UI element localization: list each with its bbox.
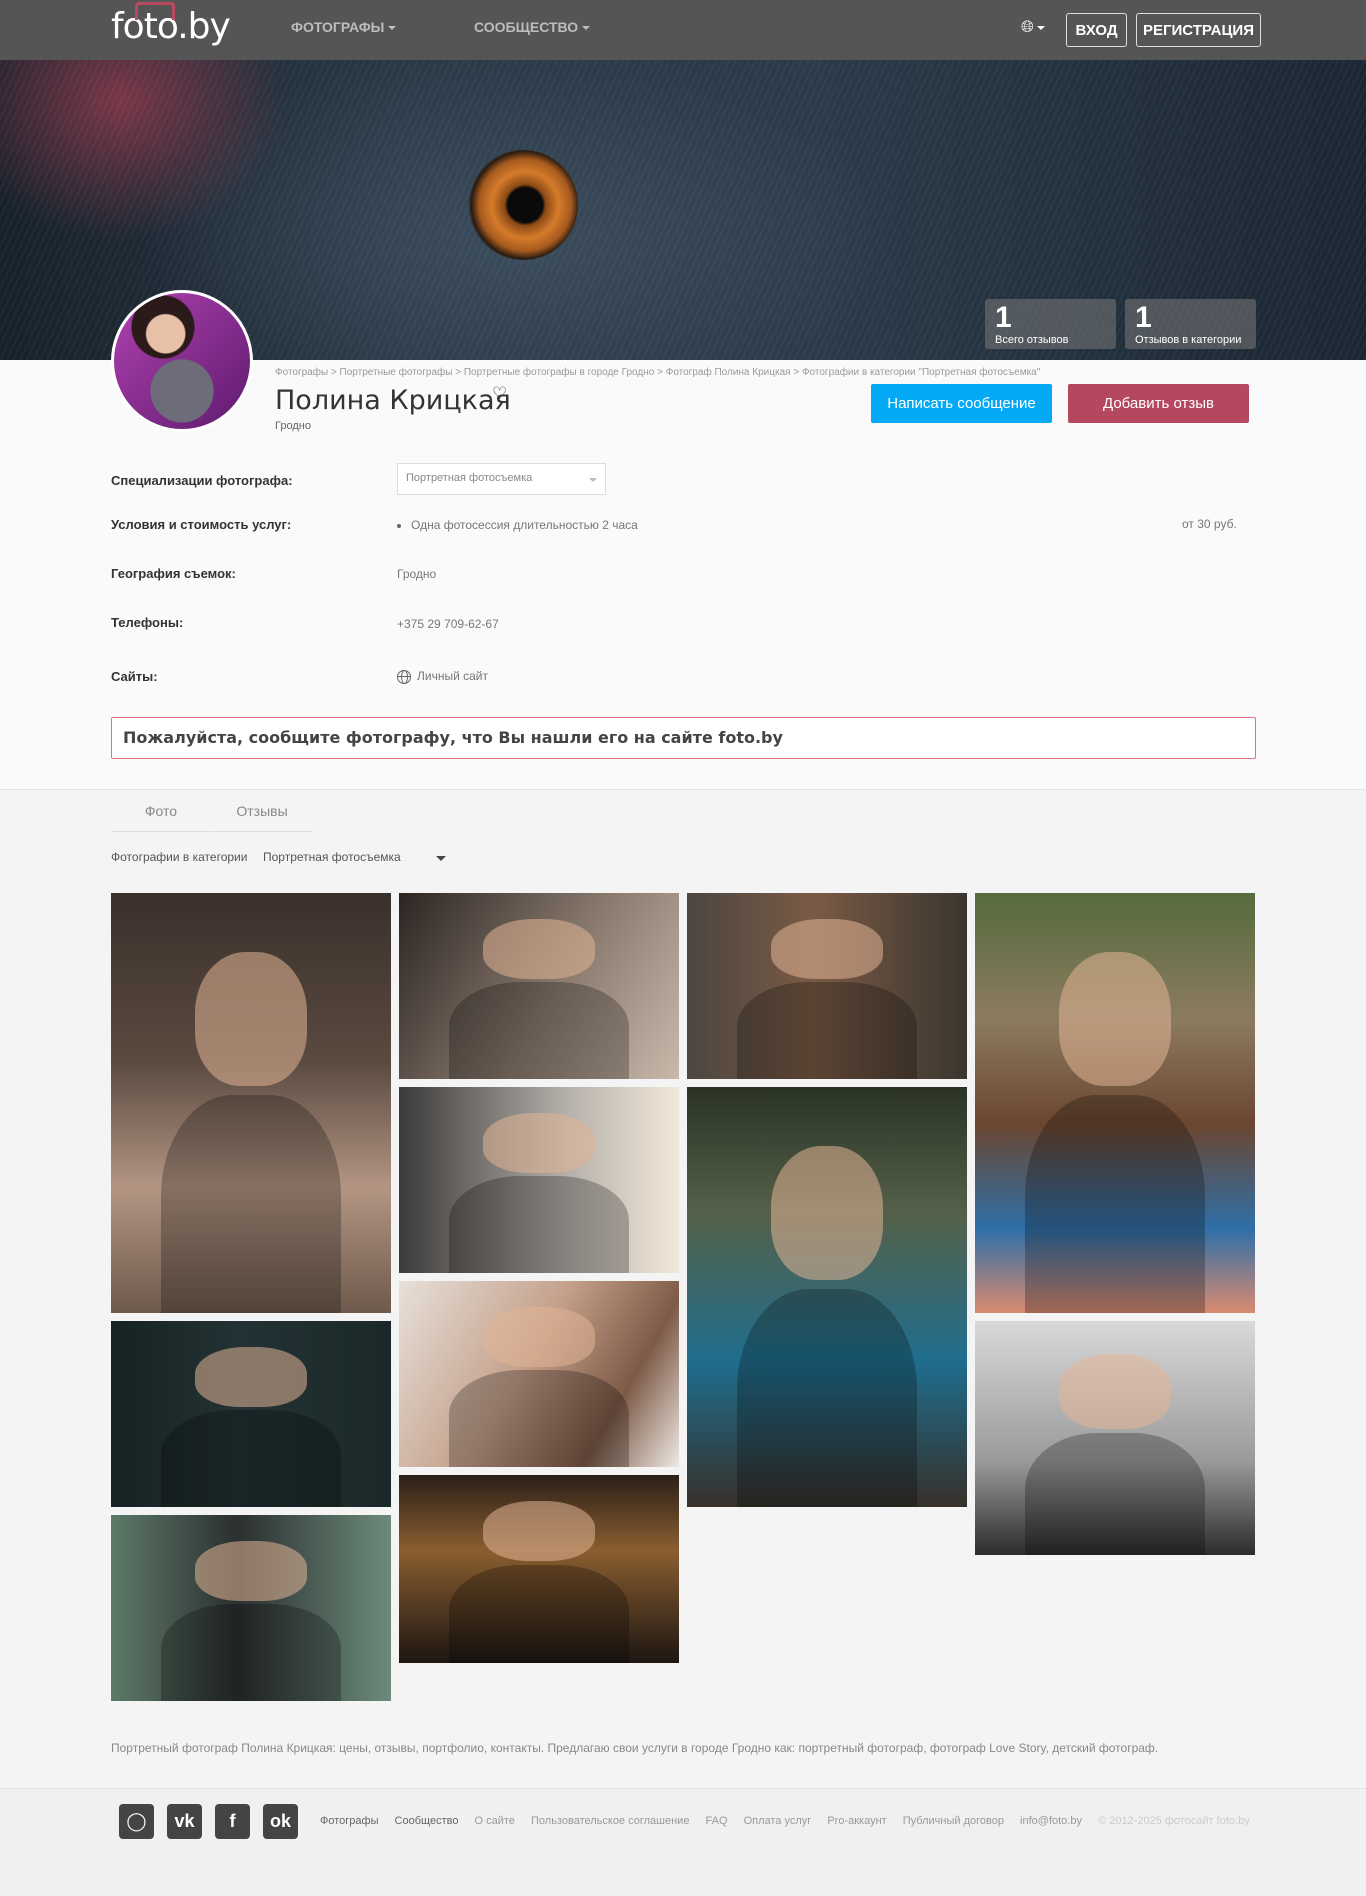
geo-value: Гродно	[397, 567, 437, 581]
heart-icon[interactable]: ♡	[492, 384, 507, 404]
cover-cat-eye	[468, 150, 578, 260]
instagram-icon[interactable]: ◯	[119, 1804, 154, 1839]
footer-link-about[interactable]: О сайте	[475, 1815, 515, 1827]
seo-description: Портретный фотограф Полина Крицкая: цены…	[111, 1741, 1159, 1755]
odnoklassniki-icon[interactable]: ok	[263, 1804, 298, 1839]
footer-link-payment[interactable]: Оплата услуг	[744, 1815, 812, 1827]
bullet-icon	[397, 523, 401, 528]
phones-label: Телефоны:	[111, 615, 184, 630]
logo-roof-icon	[135, 2, 175, 20]
gallery-photo[interactable]	[111, 1321, 391, 1507]
page-title: Полина Крицкая	[275, 385, 511, 416]
stat-category-reviews: 1 Отзывов в категории	[1125, 299, 1256, 349]
breadcrumb[interactable]: Фотографы > Портретные фотографы > Портр…	[275, 367, 1040, 378]
category-filter-label: Фотографии в категории	[111, 850, 248, 864]
globe-icon	[397, 669, 411, 684]
nav-community[interactable]: СООБЩЕСТВО	[474, 19, 591, 35]
notice-banner: Пожалуйста, сообщите фотографу, что Вы н…	[111, 717, 1256, 759]
terms-price: от 30 руб.	[1182, 517, 1237, 531]
chevron-down-icon	[388, 26, 397, 31]
globe-icon: 🌐︎	[1021, 19, 1034, 36]
category-filter-select[interactable]: Портретная фотосъемка	[263, 850, 401, 864]
geo-label: География съемок:	[111, 566, 236, 581]
spec-label: Специализации фотографа:	[111, 473, 293, 488]
chevron-down-icon	[589, 478, 597, 482]
footer-link-contract[interactable]: Публичный договор	[903, 1815, 1004, 1827]
gallery-photo[interactable]	[399, 1087, 679, 1273]
footer-links: Фотографы Сообщество О сайте Пользовател…	[320, 1815, 1263, 1827]
gallery-photo[interactable]	[399, 1475, 679, 1663]
top-navbar: foto.by ФОТОГРАФЫ СООБЩЕСТВО 🌐︎ ВХОД РЕГ…	[0, 0, 1366, 60]
avatar[interactable]	[111, 290, 253, 432]
gallery-photo[interactable]	[975, 893, 1255, 1313]
nav-photographers[interactable]: ФОТОГРАФЫ	[291, 19, 397, 35]
footer-link-pro[interactable]: Pro-аккаунт	[827, 1815, 886, 1827]
gallery-photo[interactable]	[975, 1321, 1255, 1555]
chevron-down-icon[interactable]	[436, 856, 446, 861]
write-message-button[interactable]: Написать сообщение	[871, 384, 1052, 423]
login-button[interactable]: ВХОД	[1066, 13, 1127, 47]
sites-label: Сайты:	[111, 669, 158, 684]
footer	[0, 1788, 1366, 1896]
register-button[interactable]: РЕГИСТРАЦИЯ	[1136, 13, 1261, 47]
terms-item: Одна фотосессия длительностью 2 часа	[397, 518, 638, 532]
terms-label: Условия и стоимость услуг:	[111, 517, 292, 532]
gallery-photo[interactable]	[111, 1515, 391, 1701]
footer-link-email[interactable]: info@foto.by	[1020, 1815, 1082, 1827]
site-logo[interactable]: foto.by	[111, 2, 231, 47]
footer-link-photographers[interactable]: Фотографы	[320, 1815, 378, 1827]
chevron-down-icon	[582, 26, 591, 31]
gallery-photo[interactable]	[111, 893, 391, 1313]
add-review-button[interactable]: Добавить отзыв	[1068, 384, 1249, 423]
gallery-photo[interactable]	[399, 893, 679, 1079]
footer-copyright: © 2012-2025 фотосайт foto.by	[1098, 1815, 1250, 1827]
phone-value[interactable]: +375 29 709-62-67	[397, 617, 499, 631]
footer-link-community[interactable]: Сообщество	[395, 1815, 459, 1827]
footer-link-faq[interactable]: FAQ	[706, 1815, 728, 1827]
footer-link-terms[interactable]: Пользовательское соглашение	[531, 1815, 689, 1827]
personal-site-link[interactable]: Личный сайт	[397, 669, 488, 684]
tab-photos[interactable]: Фото	[111, 790, 211, 832]
specialization-select[interactable]: Портретная фотосъемка	[397, 463, 606, 495]
language-selector[interactable]: 🌐︎	[1021, 19, 1045, 37]
gallery-photo[interactable]	[399, 1281, 679, 1467]
tab-reviews[interactable]: Отзывы	[212, 790, 312, 832]
stat-total-reviews: 1 Всего отзывов	[985, 299, 1116, 349]
chevron-down-icon	[1036, 25, 1045, 30]
facebook-icon[interactable]: f	[215, 1804, 250, 1839]
profile-city: Гродно	[275, 420, 311, 432]
gallery-photo[interactable]	[687, 893, 967, 1079]
vk-icon[interactable]: vk	[167, 1804, 202, 1839]
gallery-photo[interactable]	[687, 1087, 967, 1507]
